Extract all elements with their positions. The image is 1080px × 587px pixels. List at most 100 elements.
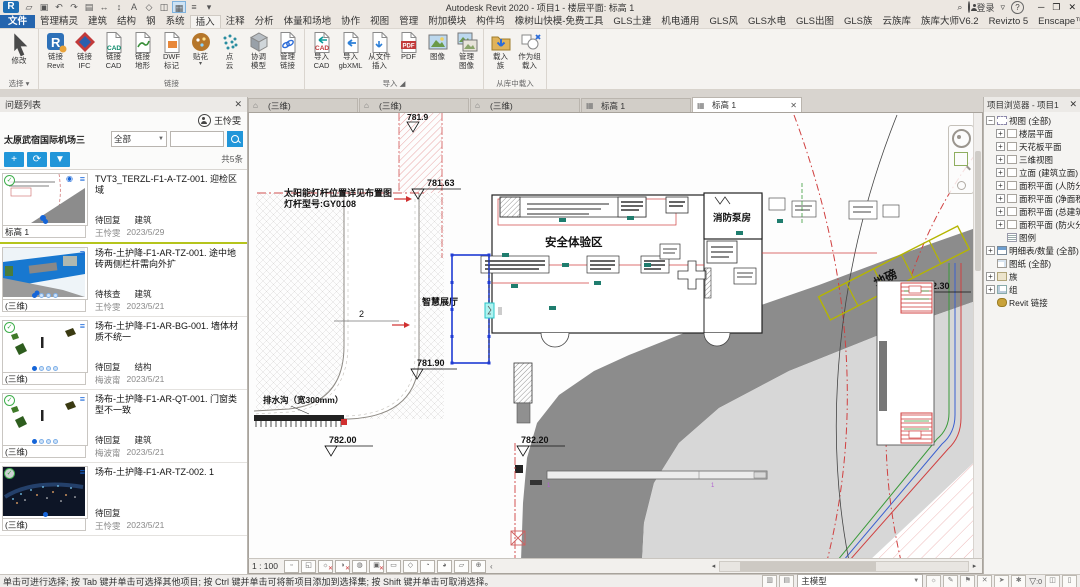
issue-item-3[interactable]: ✓≡(三维)场布-土护降-F1-AR-QT-001. 门窗类型不一致待回复建筑梅…: [0, 390, 247, 463]
issue-item-4[interactable]: ✓≡(三维)场布-土护降-F1-AR-TZ-002. 1待回复王怜雯2023/5…: [0, 463, 247, 536]
tree-item-Revit 链接[interactable]: Revit 链接: [984, 296, 1080, 309]
workset-dialog-icon[interactable]: ▥: [762, 575, 777, 587]
safety-zone-building[interactable]: 消防泵房 安全体验区: [481, 193, 783, 347]
relinquish-icon[interactable]: ✕: [977, 575, 992, 587]
expander-icon[interactable]: +: [996, 142, 1005, 151]
worksets-icon[interactable]: ☼: [926, 575, 941, 587]
expander-icon[interactable]: +: [996, 220, 1005, 229]
sun-path-icon[interactable]: ☼: [318, 560, 333, 573]
visual-style-icon[interactable]: ◱: [301, 560, 316, 573]
close-icon[interactable]: ✕: [1069, 99, 1077, 110]
ribbon-button-管理-图像[interactable]: 管理 图像: [452, 30, 481, 70]
ribbon-tab-插入[interactable]: 插入: [190, 15, 221, 28]
ribbon-button-导入-CAD[interactable]: CAD导入 CAD: [307, 30, 336, 70]
dimension-icon[interactable]: ↕: [112, 1, 126, 13]
undo-icon[interactable]: ↶: [52, 1, 66, 13]
save-icon[interactable]: ▣: [37, 1, 51, 13]
view-tab-3[interactable]: ▦标高 1: [581, 98, 691, 112]
close-button[interactable]: ✕: [1068, 2, 1076, 13]
issue-thumbnail[interactable]: ✓≡: [2, 393, 88, 446]
item-menu-icon[interactable]: ≡: [80, 395, 85, 403]
tree-item-视图 (全部)[interactable]: −视图 (全部): [984, 114, 1080, 127]
issue-search-input[interactable]: [170, 131, 224, 147]
add-issue-button[interactable]: +: [4, 152, 24, 167]
constraints-icon[interactable]: ⊕: [471, 560, 486, 573]
ribbon-tab-视图[interactable]: 视图: [365, 15, 394, 28]
expander-icon[interactable]: +: [986, 272, 995, 281]
panel-toggle2-icon[interactable]: ▯: [1062, 575, 1077, 587]
ribbon-button-链接-地形[interactable]: 链接 地形: [128, 30, 157, 70]
ribbon-tab-GLS出图[interactable]: GLS出图: [791, 15, 839, 28]
expander-icon[interactable]: −: [986, 116, 995, 125]
panel-toggle-icon[interactable]: ◫: [1045, 575, 1060, 587]
issue-item-0[interactable]: ✓≡◉标高 1TVT3_TERZL-F1-A-TZ-001. 迎检区域待回复建筑…: [0, 170, 247, 244]
rendering-icon[interactable]: ◍: [352, 560, 367, 573]
issue-thumbnail[interactable]: ✓≡: [2, 320, 88, 373]
expander-icon[interactable]: +: [996, 207, 1005, 216]
3d-view-icon[interactable]: ◇: [142, 1, 156, 13]
hide-isolate-icon[interactable]: ◔: [420, 560, 435, 573]
item-menu-icon[interactable]: ≡: [80, 468, 85, 476]
ribbon-button-链接-Revit[interactable]: R链接 Revit: [41, 30, 70, 70]
expander-icon[interactable]: +: [996, 129, 1005, 138]
thin-lines-icon[interactable]: ≡: [187, 1, 201, 13]
view-tab-2[interactable]: ⌂(三维): [470, 98, 580, 112]
show-crop-icon[interactable]: ▭: [386, 560, 401, 573]
issue-filter-select[interactable]: 全部▼: [111, 131, 167, 147]
tree-item-面积平面 (防火分区面积)[interactable]: +面积平面 (防火分区面积): [984, 218, 1080, 231]
cart-icon[interactable]: ▿: [1000, 2, 1005, 13]
tree-item-楼层平面[interactable]: +楼层平面: [984, 127, 1080, 140]
tree-item-面积平面 (总建筑面积)[interactable]: +面积平面 (总建筑面积): [984, 205, 1080, 218]
vertical-scrollbar[interactable]: [973, 113, 982, 558]
ribbon-button-PDF[interactable]: PDFPDF: [394, 30, 423, 62]
ribbon-tab-云族库[interactable]: 云族库: [878, 15, 917, 28]
restore-button[interactable]: ❐: [1052, 2, 1060, 13]
ribbon-tab-GLS土建[interactable]: GLS土建: [608, 15, 656, 28]
search-button[interactable]: [227, 131, 243, 147]
navbar-options-icon[interactable]: [957, 181, 966, 190]
tree-item-图例[interactable]: 图例: [984, 231, 1080, 244]
ribbon-tab-分析[interactable]: 分析: [250, 15, 279, 28]
tree-item-三维视图[interactable]: +三维视图: [984, 153, 1080, 166]
item-menu-icon[interactable]: ≡: [80, 249, 85, 257]
filter-button[interactable]: ▼: [50, 152, 70, 167]
design-option-select[interactable]: 主模型▼: [797, 574, 923, 587]
shadows-icon[interactable]: ◑: [335, 560, 350, 573]
revit-logo-icon[interactable]: R: [3, 1, 19, 13]
ribbon-button-链接-CAD[interactable]: CAD链接 CAD: [99, 30, 128, 70]
ribbon-button-从文件-插入[interactable]: 从文件 插入: [365, 30, 394, 70]
scroll-right-icon[interactable]: ▸: [970, 562, 979, 570]
ribbon-tab-GLS族[interactable]: GLS族: [839, 15, 878, 28]
item-menu-icon[interactable]: ≡: [80, 175, 85, 183]
expander-icon[interactable]: +: [996, 155, 1005, 164]
ribbon-button-协调-模型[interactable]: 协调 模型: [244, 30, 273, 70]
filter-icon[interactable]: ▽:0: [1029, 576, 1042, 587]
unlock-view-icon[interactable]: ◇: [403, 560, 418, 573]
ribbon-button-贴花[interactable]: 贴花▾: [186, 30, 215, 67]
ribbon-tab-GLS水电[interactable]: GLS水电: [743, 15, 791, 28]
ribbon-tab-文件[interactable]: 文件: [0, 15, 35, 28]
tree-item-图纸 (全部)[interactable]: 图纸 (全部): [984, 257, 1080, 270]
navigation-bar[interactable]: [948, 125, 974, 194]
open-icon[interactable]: ▱: [22, 1, 36, 13]
view-tab-4[interactable]: ▦标高 1✕: [692, 97, 802, 112]
ribbon-tab-橡树山快模-免费工具[interactable]: 橡树山快模-免费工具: [510, 15, 609, 28]
ribbon-button-修改[interactable]: 修改: [2, 30, 36, 66]
ribbon-tab-系统[interactable]: 系统: [161, 15, 190, 28]
tree-item-族[interactable]: +族: [984, 270, 1080, 283]
ribbon-tab-机电通用[interactable]: 机电通用: [656, 15, 704, 28]
tree-item-明细表/数量 (全部)[interactable]: +明细表/数量 (全部): [984, 244, 1080, 257]
ribbon-tab-Enscape™[interactable]: Enscape™: [1033, 15, 1080, 28]
tree-item-面积平面 (人防分区面积)[interactable]: +面积平面 (人防分区面积): [984, 179, 1080, 192]
tree-item-组[interactable]: +组: [984, 283, 1080, 296]
issue-thumbnail[interactable]: ✓≡: [2, 466, 88, 519]
ribbon-tab-结构[interactable]: 结构: [112, 15, 141, 28]
switch-windows-icon[interactable]: ▦: [172, 1, 186, 13]
user-icon[interactable]: [968, 2, 970, 12]
horizontal-scrollbar[interactable]: ◂ ▸: [709, 561, 979, 572]
expander-icon[interactable]: +: [996, 194, 1005, 203]
item-menu-icon[interactable]: ≡: [80, 322, 85, 330]
measure-icon[interactable]: ↔: [97, 1, 111, 13]
ribbon-tab-建筑[interactable]: 建筑: [83, 15, 112, 28]
ribbon-button-管理-链接[interactable]: 管理 链接: [273, 30, 302, 70]
